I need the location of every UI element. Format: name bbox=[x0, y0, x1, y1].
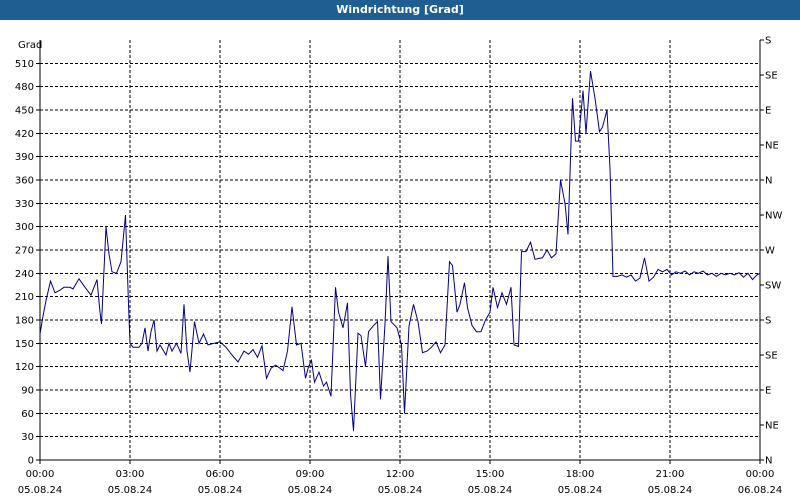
y-tick-label: 360 bbox=[15, 176, 34, 187]
y-tick-label: 0 bbox=[28, 456, 34, 467]
y-axis-ticks: 0 30 60 90 120 150 180 210 240 270 300 330 360 390 420… bbox=[15, 59, 40, 467]
y-tick-label: 390 bbox=[15, 152, 34, 163]
right-tick-label: E bbox=[765, 386, 771, 397]
x-tick-date: 05.08.24 bbox=[198, 485, 243, 496]
x-tick-date: 05.08.24 bbox=[288, 485, 333, 496]
y-tick-label: 180 bbox=[15, 316, 34, 327]
right-tick-label: SW bbox=[765, 281, 781, 292]
right-tick-label: S bbox=[765, 36, 771, 47]
x-tick-date: 05.08.24 bbox=[108, 485, 153, 496]
x-tick-date: 05.08.24 bbox=[468, 485, 513, 496]
x-tick-time: 03:00 bbox=[116, 469, 145, 480]
x-tick-date: 05.08.24 bbox=[18, 485, 63, 496]
x-tick-date: 05.08.24 bbox=[558, 485, 603, 496]
right-tick-label: SE bbox=[765, 71, 778, 82]
y-tick-label: 90 bbox=[21, 386, 34, 397]
x-tick-time: 18:00 bbox=[566, 469, 595, 480]
y-tick-label: 510 bbox=[15, 59, 34, 70]
x-tick-time: 21:00 bbox=[656, 469, 685, 480]
x-axis-ticks: 00:00 05.08.24 03:00 05.08.24 06:00 05.08.24 0… bbox=[18, 460, 783, 496]
x-tick-time: 12:00 bbox=[386, 469, 415, 480]
x-tick-time: 00:00 bbox=[746, 469, 775, 480]
right-axis-ticks: N NE E SE S SW W NW N NE E SE S bbox=[760, 36, 782, 467]
x-tick-date: 05.08.24 bbox=[378, 485, 423, 496]
x-tick-time: 06:00 bbox=[206, 469, 235, 480]
right-tick-label: SE bbox=[765, 351, 778, 362]
y-tick-label: 480 bbox=[15, 82, 34, 93]
right-tick-label: S bbox=[765, 316, 771, 327]
right-tick-label: N bbox=[765, 176, 772, 187]
y-tick-label: 450 bbox=[15, 106, 34, 117]
y-tick-label: 120 bbox=[15, 362, 34, 373]
y-tick-label: 60 bbox=[21, 409, 34, 420]
right-tick-label: NE bbox=[765, 141, 779, 152]
right-tick-label: W bbox=[765, 246, 775, 257]
y-tick-label: 330 bbox=[15, 199, 34, 210]
y-tick-label: 420 bbox=[15, 129, 34, 140]
right-tick-label: E bbox=[765, 106, 771, 117]
y-tick-label: 150 bbox=[15, 339, 34, 350]
x-tick-time: 15:00 bbox=[476, 469, 505, 480]
x-tick-time: 09:00 bbox=[296, 469, 325, 480]
line-chart: 0 30 60 90 120 150 180 210 240 270 300 330 360 390 420… bbox=[15, 36, 783, 497]
grid-lines bbox=[40, 40, 760, 460]
y-tick-label: 30 bbox=[21, 432, 34, 443]
y-tick-label: 300 bbox=[15, 222, 34, 233]
right-tick-label: N bbox=[765, 456, 772, 467]
x-tick-date: 06.08.24 bbox=[738, 485, 783, 496]
y-tick-label: 210 bbox=[15, 292, 34, 303]
x-tick-date: 05.08.24 bbox=[648, 485, 693, 496]
chart-window: Windrichtung [Grad] 0 30 60 90 120 150 180 210 2… bbox=[0, 0, 800, 500]
right-tick-label: NE bbox=[765, 421, 779, 432]
x-tick-time: 00:00 bbox=[26, 469, 55, 480]
y-axis-label: Grad bbox=[18, 40, 42, 51]
right-tick-label: NW bbox=[765, 211, 782, 222]
y-tick-label: 240 bbox=[15, 269, 34, 280]
y-tick-label: 270 bbox=[15, 246, 34, 257]
